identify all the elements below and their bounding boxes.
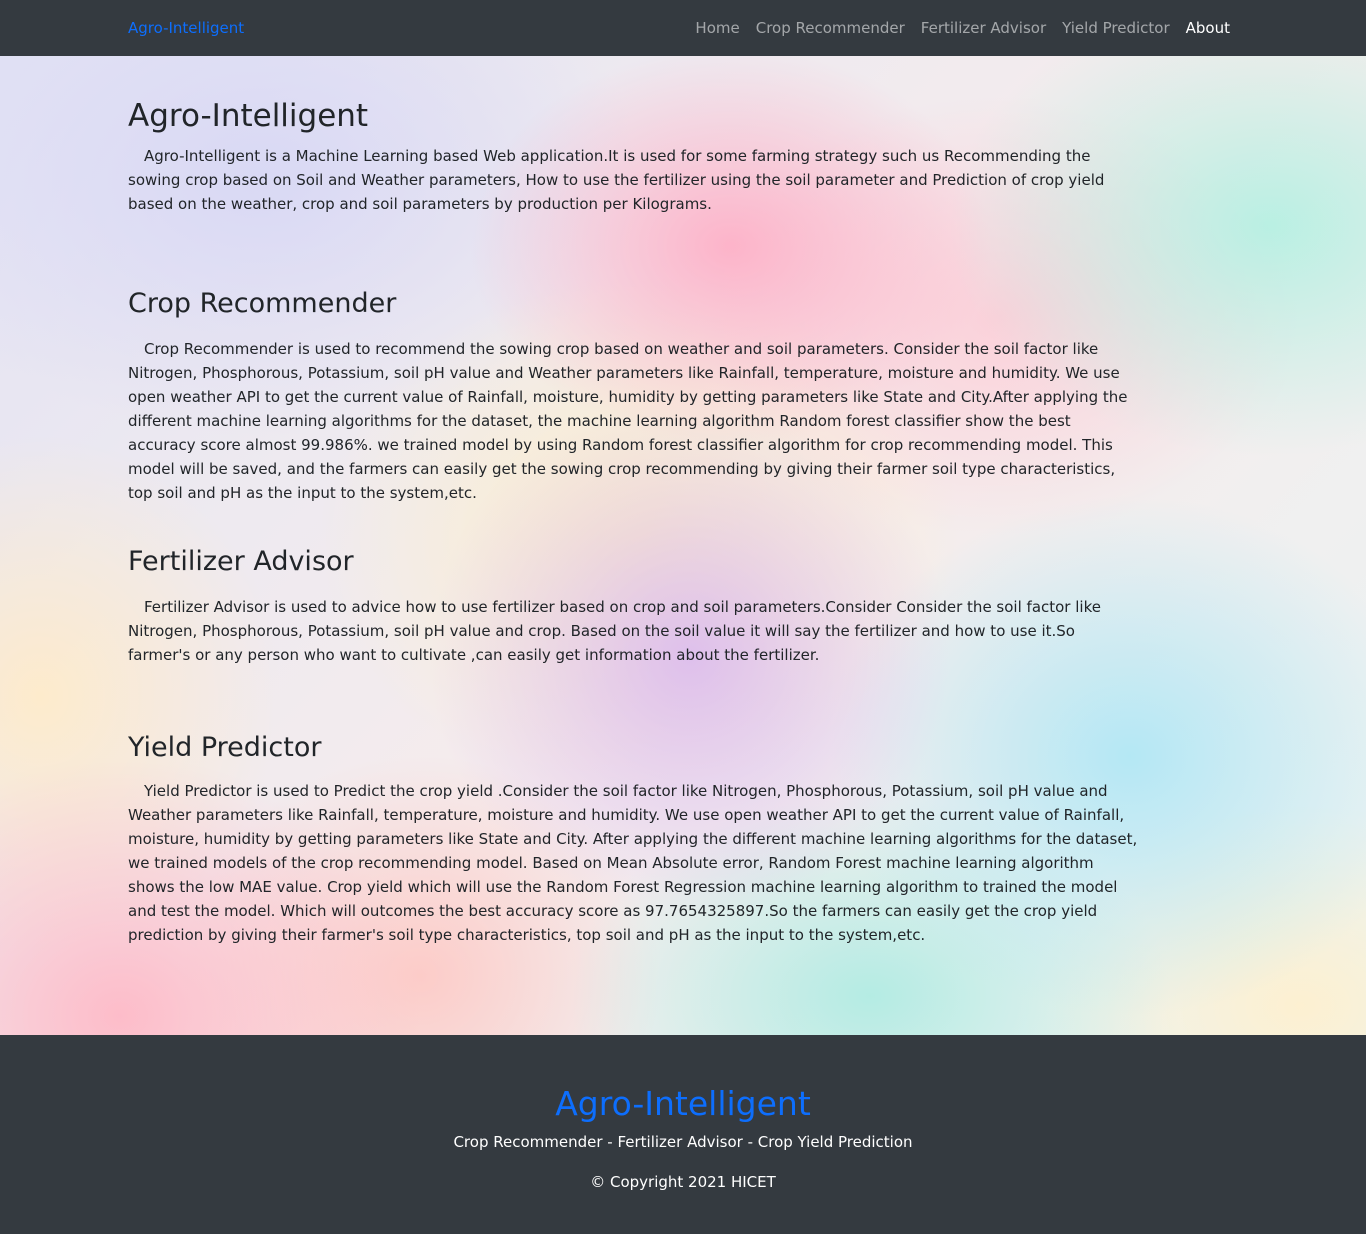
nav-links: Home Crop Recommender Fertilizer Advisor… xyxy=(695,17,1230,39)
footer-title: Agro-Intelligent xyxy=(555,1084,811,1123)
crop-recommender-paragraph: Crop Recommender is used to recommend th… xyxy=(128,340,1128,502)
nav-link-about[interactable]: About xyxy=(1186,17,1230,39)
nav-link-home[interactable]: Home xyxy=(695,17,739,39)
fertilizer-advisor-paragraph: Fertilizer Advisor is used to advice how… xyxy=(128,598,1101,664)
yield-predictor-section: Yield Predictor Yield Predictor is used … xyxy=(128,731,1140,947)
nav-link-crop-recommender[interactable]: Crop Recommender xyxy=(756,17,905,39)
navbar: Agro-Intelligent Home Crop Recommender F… xyxy=(0,0,1366,56)
intro-paragraph: Agro-Intelligent is a Machine Learning b… xyxy=(128,147,1105,213)
yield-predictor-paragraph: Yield Predictor is used to Predict the c… xyxy=(128,782,1138,944)
fertilizer-advisor-section: Fertilizer Advisor Fertilizer Advisor is… xyxy=(128,545,1140,667)
main-content: Agro-Intelligent Agro-Intelligent is a M… xyxy=(0,56,1366,1035)
yield-predictor-heading: Yield Predictor xyxy=(128,732,322,763)
nav-link-yield-predictor[interactable]: Yield Predictor xyxy=(1062,17,1170,39)
intro-section: Agro-Intelligent Agro-Intelligent is a M… xyxy=(128,96,1140,216)
crop-recommender-heading: Crop Recommender xyxy=(128,288,397,319)
navbar-brand-link[interactable]: Agro-Intelligent xyxy=(128,17,244,39)
page-title: Agro-Intelligent xyxy=(128,98,369,134)
footer-copyright: © Copyright 2021 HICET xyxy=(590,1173,776,1191)
nav-link-fertilizer-advisor[interactable]: Fertilizer Advisor xyxy=(921,17,1046,39)
crop-recommender-section: Crop Recommender Crop Recommender is use… xyxy=(128,287,1140,505)
footer-subtitle: Crop Recommender - Fertilizer Advisor - … xyxy=(453,1133,913,1151)
fertilizer-advisor-heading: Fertilizer Advisor xyxy=(128,546,354,577)
footer: Agro-Intelligent Crop Recommender - Fert… xyxy=(0,1035,1366,1234)
